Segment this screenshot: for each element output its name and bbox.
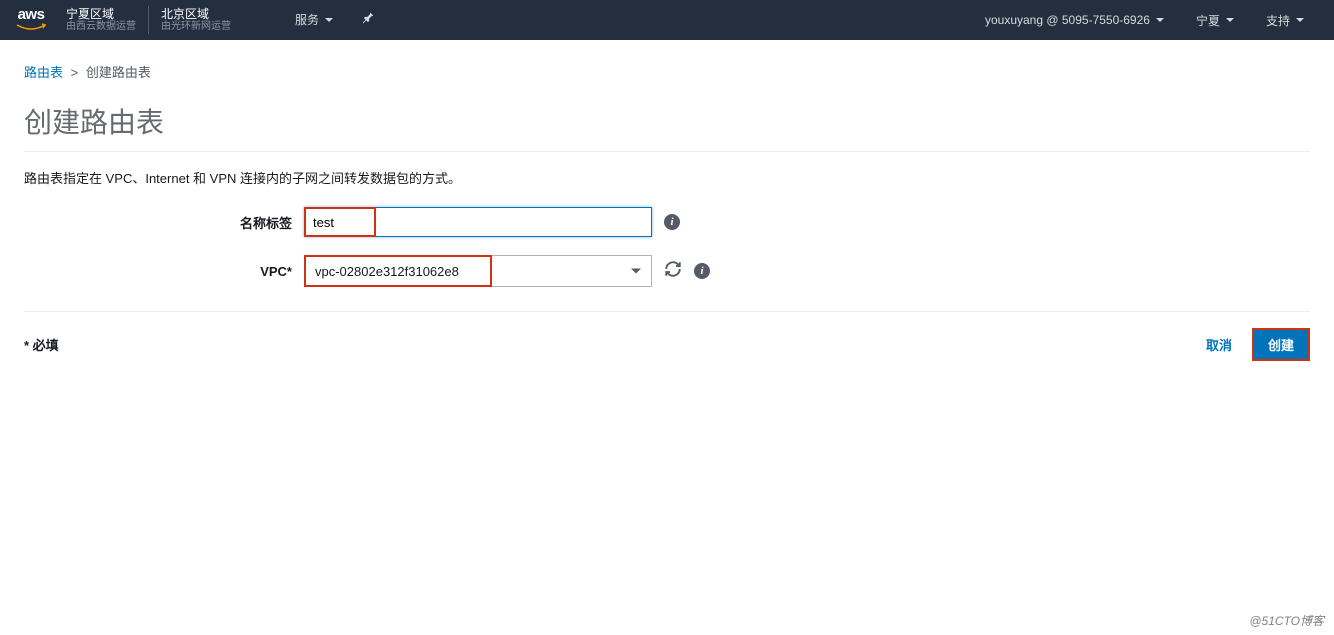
name-tag-label: 名称标签 xyxy=(24,213,304,232)
chevron-down-icon xyxy=(1226,18,1234,22)
vpc-label: VPC* xyxy=(24,264,304,279)
pin-icon xyxy=(361,11,375,28)
footer-row: * 必填 取消 创建 xyxy=(24,324,1310,361)
vpc-select[interactable]: vpc-02802e312f31062e8 xyxy=(304,255,652,287)
required-note: * 必填 xyxy=(24,335,59,354)
chevron-down-icon xyxy=(325,18,333,22)
breadcrumb-current: 创建路由表 xyxy=(86,65,151,80)
region-sub: 由光环新网运营 xyxy=(161,21,231,33)
chevron-down-icon xyxy=(631,269,641,274)
name-tag-input[interactable] xyxy=(305,208,651,236)
services-label: 服务 xyxy=(295,11,319,28)
pin-shortcut[interactable] xyxy=(347,11,389,28)
action-buttons: 取消 创建 xyxy=(1194,328,1310,361)
name-tag-input-wrap xyxy=(304,207,652,237)
page-title: 创建路由表 xyxy=(24,101,1310,141)
region-selector-label: 宁夏 xyxy=(1196,12,1220,29)
region-title: 北京区域 xyxy=(161,7,231,21)
main-content: 路由表 > 创建路由表 创建路由表 路由表指定在 VPC、Internet 和 … xyxy=(0,40,1334,383)
info-icon[interactable]: i xyxy=(694,263,710,279)
chevron-down-icon xyxy=(1156,18,1164,22)
cancel-button[interactable]: 取消 xyxy=(1194,329,1244,360)
region-divider xyxy=(148,6,149,34)
support-menu[interactable]: 支持 xyxy=(1252,12,1318,29)
vpc-control: vpc-02802e312f31062e8 i xyxy=(304,255,710,287)
aws-smile-icon xyxy=(16,23,46,33)
form-divider xyxy=(24,311,1310,312)
aws-logo-text: aws xyxy=(18,6,45,23)
page-description: 路由表指定在 VPC、Internet 和 VPN 连接内的子网之间转发数据包的… xyxy=(24,168,1310,187)
services-menu[interactable]: 服务 xyxy=(281,11,347,28)
chevron-down-icon xyxy=(1296,18,1304,22)
breadcrumb: 路由表 > 创建路由表 xyxy=(24,62,1310,81)
vpc-select-value: vpc-02802e312f31062e8 xyxy=(305,264,459,279)
title-rule xyxy=(24,151,1310,152)
watermark: @51CTO博客 xyxy=(1249,612,1324,629)
region-selector[interactable]: 宁夏 xyxy=(1182,12,1248,29)
account-menu[interactable]: youxuyang @ 5095-7550-6926 xyxy=(971,13,1178,27)
region-beijing[interactable]: 北京区域 由光环新网运营 xyxy=(151,3,241,37)
region-sub: 由西云数据运营 xyxy=(66,21,136,33)
name-tag-control: i xyxy=(304,207,680,237)
info-icon[interactable]: i xyxy=(664,214,680,230)
account-label: youxuyang @ 5095-7550-6926 xyxy=(985,13,1150,27)
nav-right: youxuyang @ 5095-7550-6926 宁夏 支持 xyxy=(971,12,1318,29)
aws-logo[interactable]: aws xyxy=(16,6,46,33)
region-title: 宁夏区域 xyxy=(66,7,136,21)
form-row-name-tag: 名称标签 i xyxy=(24,207,1310,237)
breadcrumb-parent[interactable]: 路由表 xyxy=(24,65,63,80)
support-label: 支持 xyxy=(1266,12,1290,29)
top-nav: aws 宁夏区域 由西云数据运营 北京区域 由光环新网运营 服务 youxuya… xyxy=(0,0,1334,40)
region-ningxia[interactable]: 宁夏区域 由西云数据运营 xyxy=(56,3,146,37)
refresh-icon[interactable] xyxy=(664,260,682,283)
nav-left: aws 宁夏区域 由西云数据运营 北京区域 由光环新网运营 服务 xyxy=(16,3,389,37)
breadcrumb-separator: > xyxy=(71,65,79,80)
create-button[interactable]: 创建 xyxy=(1252,328,1310,361)
form-row-vpc: VPC* vpc-02802e312f31062e8 i xyxy=(24,255,1310,287)
